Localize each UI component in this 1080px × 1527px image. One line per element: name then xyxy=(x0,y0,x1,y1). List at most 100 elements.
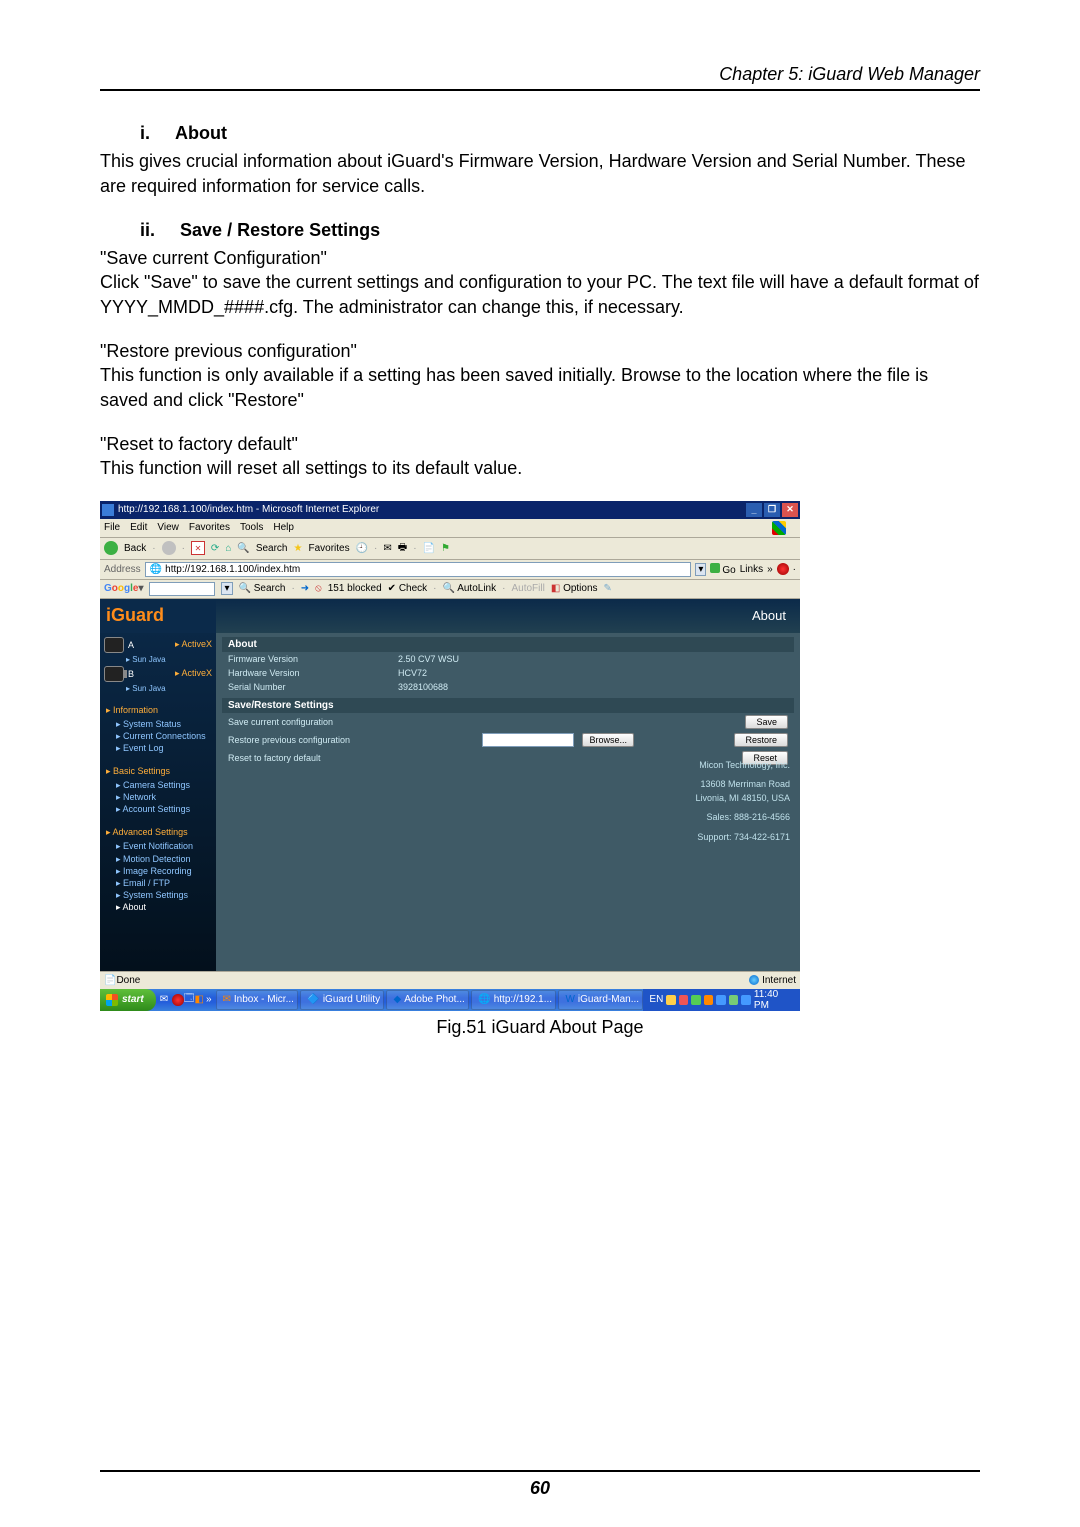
menu-favorites[interactable]: Favorites xyxy=(189,522,230,533)
camera-a-icon[interactable] xyxy=(104,637,124,653)
tray-icon[interactable] xyxy=(741,995,751,1005)
forward-icon[interactable] xyxy=(162,541,176,555)
edit-icon[interactable]: 📄 xyxy=(423,543,435,554)
google-toolbar: Google▾ ▾ 🔍 Search · ➜ ⦸ 151 blocked ✔ C… xyxy=(100,580,800,599)
save-restore-panel-title: Save/Restore Settings xyxy=(222,698,794,713)
sidebar-sunjava-a[interactable]: ▸ Sun Java xyxy=(104,655,212,664)
menu-file[interactable]: File xyxy=(104,522,120,533)
google-search-dropdown[interactable]: ▾ xyxy=(221,582,232,595)
google-popup-icon[interactable]: ⦸ xyxy=(315,583,322,594)
sidebar-activex-a[interactable]: ▸ ActiveX xyxy=(175,639,212,650)
language-indicator[interactable]: EN xyxy=(649,994,663,1005)
save-button[interactable]: Save xyxy=(745,715,788,729)
sidebar-item[interactable]: ▸ Event Notification xyxy=(106,840,212,852)
refresh-icon[interactable]: ⟳ xyxy=(211,543,219,554)
links-chevron[interactable]: » xyxy=(767,564,773,575)
taskbar-item[interactable]: ✉Inbox - Micr... xyxy=(216,990,299,1010)
page-icon: 🌐 xyxy=(150,564,162,575)
tray-icon[interactable] xyxy=(716,995,726,1005)
hardware-value: HCV72 xyxy=(398,668,788,678)
tray-icon[interactable] xyxy=(666,995,676,1005)
figure-caption: Fig.51 iGuard About Page xyxy=(100,1017,980,1038)
menu-tools[interactable]: Tools xyxy=(240,522,263,533)
back-icon[interactable] xyxy=(104,541,118,555)
save-label: Save current configuration xyxy=(228,717,388,727)
camera-b-icon[interactable] xyxy=(104,666,124,682)
messenger-icon[interactable]: ⚑ xyxy=(441,543,450,554)
taskbar-item[interactable]: WiGuard-Man... xyxy=(558,990,643,1010)
minimize-button[interactable]: _ xyxy=(746,503,762,517)
maximize-button[interactable]: ❐ xyxy=(764,503,780,517)
menu-view[interactable]: View xyxy=(157,522,179,533)
quicklaunch-icon[interactable] xyxy=(172,994,184,1006)
main-content: About About Firmware Version2.50 CV7 WSU… xyxy=(216,599,800,971)
iguard-logo: iGuard xyxy=(100,599,216,633)
quicklaunch-icon[interactable]: ◧ xyxy=(195,994,204,1005)
search-button[interactable]: Search xyxy=(256,543,288,554)
tray-icon[interactable] xyxy=(704,995,714,1005)
menu-edit[interactable]: Edit xyxy=(130,522,147,533)
mail-icon[interactable]: ✉ xyxy=(383,543,391,554)
menu-help[interactable]: Help xyxy=(273,522,294,533)
sidebar-item[interactable]: ▸ System Status xyxy=(106,718,212,730)
address-label: Address xyxy=(104,564,141,575)
ie-icon xyxy=(102,504,114,516)
sidebar-item[interactable]: ▸ Network xyxy=(106,791,212,803)
sidebar-item[interactable]: ▸ Event Log xyxy=(106,742,212,754)
stop-icon[interactable]: ✕ xyxy=(191,541,205,555)
google-highlight-icon[interactable]: ✎ xyxy=(604,583,612,594)
address-input[interactable]: 🌐 http://192.168.1.100/index.htm xyxy=(145,562,692,577)
reset-quote: "Reset to factory default" xyxy=(100,432,980,456)
favorites-button[interactable]: Favorites xyxy=(308,543,349,554)
quicklaunch-chevron[interactable]: » xyxy=(206,994,212,1005)
restore-button[interactable]: Restore xyxy=(734,733,788,747)
hardware-label: Hardware Version xyxy=(228,668,388,678)
sidebar-item[interactable]: ▸ System Settings xyxy=(106,889,212,901)
taskbar-item[interactable]: ◆Adobe Phot... xyxy=(386,990,469,1010)
windows-flag-icon xyxy=(772,521,786,535)
sidebar-item-about[interactable]: ▸ About xyxy=(106,901,212,913)
restore-file-input[interactable] xyxy=(482,733,574,747)
links-label[interactable]: Links xyxy=(740,564,763,575)
home-icon[interactable]: ⌂ xyxy=(225,543,231,554)
search-icon[interactable]: 🔍 xyxy=(237,543,249,554)
back-button[interactable]: Back xyxy=(124,543,146,554)
google-autofill[interactable]: AutoFill xyxy=(511,583,544,594)
google-news-icon[interactable]: ➜ xyxy=(301,583,309,594)
google-options[interactable]: ◧ Options xyxy=(551,583,598,594)
favorites-icon[interactable]: ★ xyxy=(294,543,303,554)
tray-icon[interactable] xyxy=(729,995,739,1005)
taskbar-item[interactable]: 🌐http://192.1... xyxy=(471,990,556,1010)
print-icon[interactable]: 🖶 xyxy=(398,540,407,557)
start-button[interactable]: start xyxy=(100,989,156,1011)
google-autolink[interactable]: 🔍 AutoLink xyxy=(443,583,497,594)
history-icon[interactable]: 🕘 xyxy=(356,543,368,554)
address-dropdown-icon[interactable]: ▾ xyxy=(695,563,706,576)
taskbar-item[interactable]: 🔷iGuard Utility xyxy=(300,990,384,1010)
go-button[interactable]: Go xyxy=(710,563,735,576)
google-check[interactable]: ✔ Check xyxy=(388,583,428,594)
quicklaunch-icon[interactable]: ✉ xyxy=(160,994,168,1005)
google-logo[interactable]: Google▾ xyxy=(104,583,143,594)
google-blocked[interactable]: 151 blocked xyxy=(328,583,382,594)
sidebar-sunjava-b[interactable]: ▸ Sun Java xyxy=(104,684,212,693)
sidebar-item[interactable]: ▸ Account Settings xyxy=(106,803,212,815)
taskbar: start ✉ 🗔 ◧ » ✉Inbox - Micr... 🔷iGuard U… xyxy=(100,989,800,1011)
save-quote: "Save current Configuration" xyxy=(100,246,980,270)
sidebar-item[interactable]: ▸ Image Recording xyxy=(106,865,212,877)
browse-button[interactable]: Browse... xyxy=(582,733,634,747)
quicklaunch-icon[interactable]: 🗔 xyxy=(184,991,195,1008)
sidebar-item[interactable]: ▸ Current Connections xyxy=(106,730,212,742)
close-button[interactable]: ✕ xyxy=(782,503,798,517)
company-addr2: Livonia, MI 48150, USA xyxy=(695,792,790,806)
sidebar-item[interactable]: ▸ Camera Settings xyxy=(106,779,212,791)
about-panel-title: About xyxy=(222,637,794,652)
snagit-icon[interactable] xyxy=(777,563,789,575)
sidebar-activex-b[interactable]: ▸ ActiveX xyxy=(175,668,212,679)
tray-icon[interactable] xyxy=(691,995,701,1005)
google-search-input[interactable] xyxy=(149,582,215,596)
google-search-button[interactable]: 🔍 Search xyxy=(239,583,286,594)
tray-icon[interactable] xyxy=(679,995,689,1005)
sidebar-item[interactable]: ▸ Motion Detection xyxy=(106,853,212,865)
sidebar-item[interactable]: ▸ Email / FTP xyxy=(106,877,212,889)
